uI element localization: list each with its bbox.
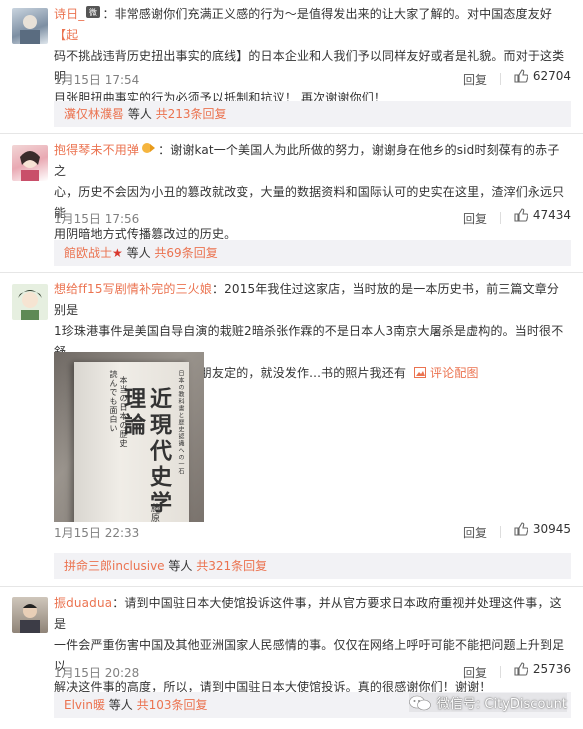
comment-text: 诗日_ 微：非常感谢你们充满正义感的行为～是值得发出来的让大家了解的。对中国态度友… xyxy=(54,4,571,109)
star-badge-icon: ★ xyxy=(112,246,123,260)
replies-summary[interactable]: 館欧战士★ 等人 共69条回复 xyxy=(54,240,571,266)
like-count: 62704 xyxy=(532,69,571,83)
thumbs-up-icon xyxy=(514,208,528,222)
reply-button[interactable]: 回复 xyxy=(463,524,487,541)
comment-meta: 1月15日 22:33 回复 30945 xyxy=(54,522,571,542)
image-icon xyxy=(414,367,427,378)
like-count: 30945 xyxy=(532,522,571,536)
timestamp: 1月15日 20:28 xyxy=(54,666,140,680)
like-button[interactable]: 47434 xyxy=(514,208,571,222)
username-link[interactable]: 振duadua xyxy=(54,596,112,610)
divider xyxy=(0,272,583,273)
avatar-image-icon xyxy=(20,604,40,633)
divider xyxy=(500,526,501,538)
thumbs-up-icon xyxy=(514,69,528,83)
avatar[interactable] xyxy=(12,8,48,44)
timestamp: 1月15日 17:56 xyxy=(54,212,140,226)
avatar-image-icon xyxy=(18,290,42,320)
divider xyxy=(500,212,501,224)
avatar-image-icon xyxy=(20,151,40,181)
reply-user-link[interactable]: 拼命三郎inclusive xyxy=(64,559,165,573)
comment-meta: 1月15日 17:56 回复 47434 xyxy=(54,208,571,228)
reply-button[interactable]: 回复 xyxy=(463,71,487,88)
reply-user-link[interactable]: Elvin暖 xyxy=(64,698,105,712)
like-count: 25736 xyxy=(532,662,571,676)
comment-meta: 1月15日 20:28 回复 25736 xyxy=(54,662,571,682)
wechat-logo-icon xyxy=(409,695,431,710)
view-replies-link[interactable]: 共321条回复 xyxy=(196,559,267,573)
comment-image-link[interactable]: 评论配图 xyxy=(414,366,479,380)
book-cover: 読んでも面白い 本当の日本の歴史 理論 近現代史学 日本の教科書と歴史認識への一… xyxy=(74,362,189,522)
member-badge-icon xyxy=(141,140,156,161)
avatar[interactable] xyxy=(12,284,48,320)
timestamp: 1月15日 17:54 xyxy=(54,73,140,87)
wechat-watermark: 微信号: CityDiscount xyxy=(408,693,567,712)
divider xyxy=(500,73,501,85)
svg-text:微: 微 xyxy=(89,7,97,17)
view-replies-link[interactable]: 共103条回复 xyxy=(137,698,208,712)
avatar-image-icon xyxy=(20,15,40,44)
watermark-text: 微信号: CityDiscount xyxy=(436,697,567,712)
thumbs-up-icon xyxy=(514,662,528,676)
comment-text: 振duadua：请到中国驻日本大使馆投诉这件事，并从官方要求日本政府重视并处理这… xyxy=(54,596,565,694)
replies-summary[interactable]: 瀵仅林濮晷 等人 共213条回复 xyxy=(54,101,571,127)
avatar[interactable] xyxy=(12,597,48,633)
like-count: 47434 xyxy=(532,208,571,222)
comment-photo[interactable]: 読んでも面白い 本当の日本の歴史 理論 近現代史学 日本の教科書と歴史認識への一… xyxy=(54,352,204,522)
divider xyxy=(0,586,583,587)
reply-user-link[interactable]: 館欧战士 xyxy=(64,246,112,260)
comment-meta: 1月15日 17:54 回复 62704 xyxy=(54,69,571,89)
divider xyxy=(0,133,583,134)
view-replies-link[interactable]: 共69条回复 xyxy=(154,246,217,260)
username-link[interactable]: 想给ff15写剧情补完的三火娘 xyxy=(54,282,212,296)
reply-button[interactable]: 回复 xyxy=(463,664,487,681)
username-link[interactable]: 抱得琴未不用弹 xyxy=(54,143,139,157)
timestamp: 1月15日 22:33 xyxy=(54,526,140,540)
username-link[interactable]: 诗日_ xyxy=(54,7,84,21)
divider xyxy=(500,666,501,678)
comment-text: 抱得琴未不用弹 ：谢谢kat一个美国人为此所做的努力，谢谢身在他乡的sid时刻葆有… xyxy=(54,140,571,245)
like-button[interactable]: 62704 xyxy=(514,69,571,83)
replies-summary[interactable]: 拼命三郎inclusive 等人 共321条回复 xyxy=(54,553,571,579)
like-button[interactable]: 25736 xyxy=(514,662,571,676)
like-button[interactable]: 30945 xyxy=(514,522,571,536)
reply-user-link[interactable]: 瀵仅林濮晷 xyxy=(64,107,124,121)
reply-button[interactable]: 回复 xyxy=(463,210,487,227)
member-badge-icon: 微 xyxy=(86,4,101,25)
view-replies-link[interactable]: 共213条回复 xyxy=(156,107,227,121)
avatar[interactable] xyxy=(12,145,48,181)
thumbs-up-icon xyxy=(514,522,528,536)
